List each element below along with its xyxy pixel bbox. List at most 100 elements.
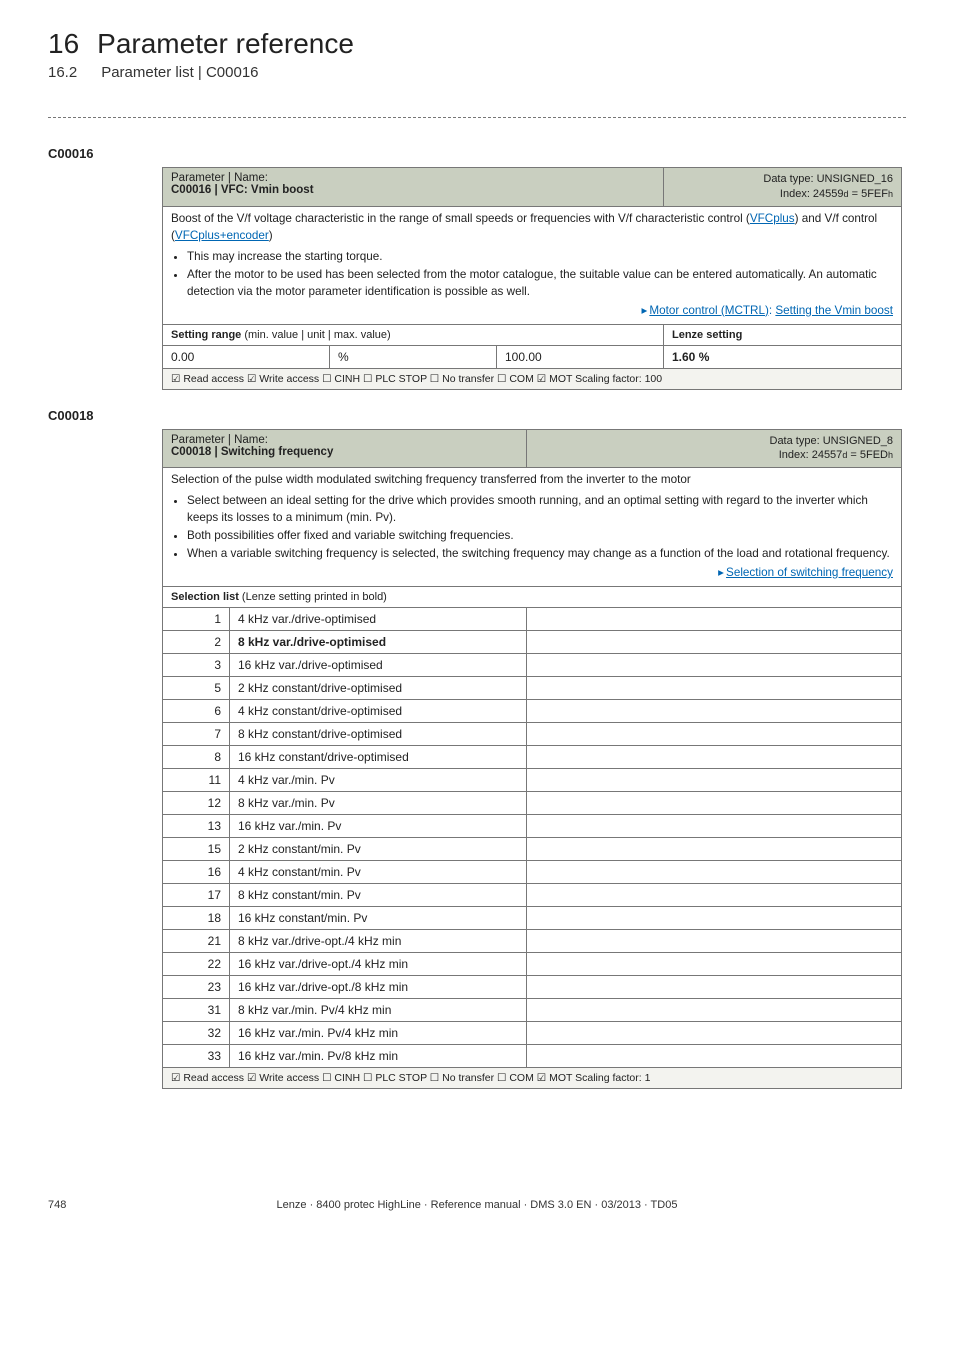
link-vfcplus[interactable]: VFCplus — [750, 212, 795, 225]
selection-row: 218 kHz var./drive-opt./4 kHz min — [163, 930, 902, 953]
selection-spacer — [527, 838, 902, 861]
selection-row: 52 kHz constant/drive-optimised — [163, 677, 902, 700]
section-header: 16.2Parameter list | C00016 — [48, 64, 906, 81]
link-switching-frequency[interactable]: Selection of switching frequency — [726, 566, 893, 579]
selection-index: 18 — [163, 907, 230, 930]
selection-label: 8 kHz constant/drive-optimised — [230, 723, 527, 746]
selection-label: 16 kHz constant/min. Pv — [230, 907, 527, 930]
selection-row: 164 kHz constant/min. Pv — [163, 861, 902, 884]
selection-label: 16 kHz constant/drive-optimised — [230, 746, 527, 769]
bullet-3: When a variable switching frequency is s… — [187, 546, 893, 563]
chapter-number: 16 — [48, 28, 79, 59]
selection-index: 33 — [163, 1045, 230, 1068]
param-name-cell: Parameter | Name: C00016 | VFC: Vmin boo… — [163, 168, 664, 207]
selection-row: 128 kHz var./min. Pv — [163, 792, 902, 815]
selection-row: 3316 kHz var./min. Pv/8 kHz min — [163, 1045, 902, 1068]
selection-index: 23 — [163, 976, 230, 999]
sub-h: h — [888, 189, 893, 199]
selection-row: 178 kHz constant/min. Pv — [163, 884, 902, 907]
selection-list-bold: Selection list — [171, 591, 242, 603]
divider — [48, 117, 906, 118]
triangle-icon: ▸ — [642, 304, 648, 317]
selection-label: 16 kHz var./min. Pv/8 kHz min — [230, 1045, 527, 1068]
selection-spacer — [527, 746, 902, 769]
selection-index: 17 — [163, 884, 230, 907]
selection-row: 114 kHz var./min. Pv — [163, 769, 902, 792]
selection-label: 16 kHz var./drive-opt./8 kHz min — [230, 976, 527, 999]
lenze-setting-label: Lenze setting — [672, 329, 742, 341]
selection-spacer — [527, 861, 902, 884]
selection-row: 3216 kHz var./min. Pv/4 kHz min — [163, 1022, 902, 1045]
param-dtype: Data type: UNSIGNED_8 Index: 24557d = 5F… — [527, 429, 902, 468]
selection-row: 316 kHz var./drive-optimised — [163, 654, 902, 677]
selection-index: 1 — [163, 608, 230, 631]
dtype-line2b: = 5FEF — [849, 188, 888, 200]
selection-row: 1316 kHz var./min. Pv — [163, 815, 902, 838]
selection-row: 28 kHz var./drive-optimised — [163, 631, 902, 654]
section-number: 16.2 — [48, 64, 77, 81]
footer-text: Lenze · 8400 protec HighLine · Reference… — [48, 1199, 906, 1211]
min-value: 0.00 — [163, 345, 330, 368]
setting-range-header: Setting range (min. value | unit | max. … — [163, 324, 664, 345]
bullet-2: After the motor to be used has been sele… — [187, 267, 893, 301]
selection-row: 318 kHz var./min. Pv/4 kHz min — [163, 999, 902, 1022]
selection-row: 64 kHz constant/drive-optimised — [163, 700, 902, 723]
dtype-line2a: Index: 24559 — [780, 188, 844, 200]
selection-index: 3 — [163, 654, 230, 677]
param-table-c00016: Parameter | Name: C00016 | VFC: Vmin boo… — [162, 167, 902, 390]
selection-list-rest: (Lenze setting printed in bold) — [242, 591, 387, 603]
setting-range-rest: (min. value | unit | max. value) — [244, 329, 390, 341]
selection-index: 16 — [163, 861, 230, 884]
selection-index: 7 — [163, 723, 230, 746]
dtype-line1: Data type: UNSIGNED_16 — [763, 173, 893, 185]
selection-label: 4 kHz constant/drive-optimised — [230, 700, 527, 723]
bullet-2: Both possibilities offer fixed and varia… — [187, 528, 893, 545]
selection-spacer — [527, 907, 902, 930]
selection-row: 152 kHz constant/min. Pv — [163, 838, 902, 861]
desc-end: ) — [269, 229, 273, 242]
selection-index: 13 — [163, 815, 230, 838]
link-mctrl[interactable]: Motor control (MCTRL) — [649, 304, 769, 317]
bullet-1: Select between an ideal setting for the … — [187, 493, 893, 527]
selection-spacer — [527, 700, 902, 723]
selection-label: 16 kHz var./min. Pv/4 kHz min — [230, 1022, 527, 1045]
selection-row: 1816 kHz constant/min. Pv — [163, 907, 902, 930]
selection-spacer — [527, 884, 902, 907]
right-link-row: ▸Selection of switching frequency — [171, 565, 893, 582]
selection-spacer — [527, 769, 902, 792]
sub-h: h — [888, 450, 893, 460]
selection-index: 6 — [163, 700, 230, 723]
desc-main: Boost of the V/f voltage characteristic … — [171, 212, 750, 225]
chapter-title: Parameter reference — [97, 28, 354, 59]
selection-label: 16 kHz var./drive-opt./4 kHz min — [230, 953, 527, 976]
link-vfcplus-encoder[interactable]: VFCplus+encoder — [175, 229, 269, 242]
selection-spacer — [527, 631, 902, 654]
param-description: Boost of the V/f voltage characteristic … — [163, 206, 902, 324]
access-footer: ☑ Read access ☑ Write access ☐ CINH ☐ PL… — [163, 368, 902, 389]
selection-spacer — [527, 654, 902, 677]
selection-index: 2 — [163, 631, 230, 654]
dtype-line2a: Index: 24557 — [779, 449, 843, 461]
selection-spacer — [527, 1022, 902, 1045]
page-footer: 748 Lenze · 8400 protec HighLine · Refer… — [48, 1199, 906, 1211]
param-name-cell: Parameter | Name: C00018 | Switching fre… — [163, 429, 527, 468]
selection-label: 16 kHz var./min. Pv — [230, 815, 527, 838]
selection-spacer — [527, 792, 902, 815]
lenze-setting-header: Lenze setting — [664, 324, 902, 345]
param-name-label: Parameter | Name: — [171, 434, 268, 446]
selection-index: 32 — [163, 1022, 230, 1045]
selection-spacer — [527, 999, 902, 1022]
selection-label: 8 kHz var./drive-opt./4 kHz min — [230, 930, 527, 953]
selection-spacer — [527, 815, 902, 838]
link-vmin-boost[interactable]: Setting the Vmin boost — [775, 304, 893, 317]
selection-index: 22 — [163, 953, 230, 976]
bullet-1: This may increase the starting torque. — [187, 249, 893, 266]
chapter-header: 16 Parameter reference — [48, 28, 906, 60]
selection-index: 11 — [163, 769, 230, 792]
desc-main: Selection of the pulse width modulated s… — [171, 473, 691, 486]
selection-spacer — [527, 677, 902, 700]
setting-range-bold: Setting range — [171, 329, 244, 341]
selection-spacer — [527, 930, 902, 953]
param-name-label: Parameter | Name: — [171, 172, 268, 184]
selection-row: 14 kHz var./drive-optimised — [163, 608, 902, 631]
